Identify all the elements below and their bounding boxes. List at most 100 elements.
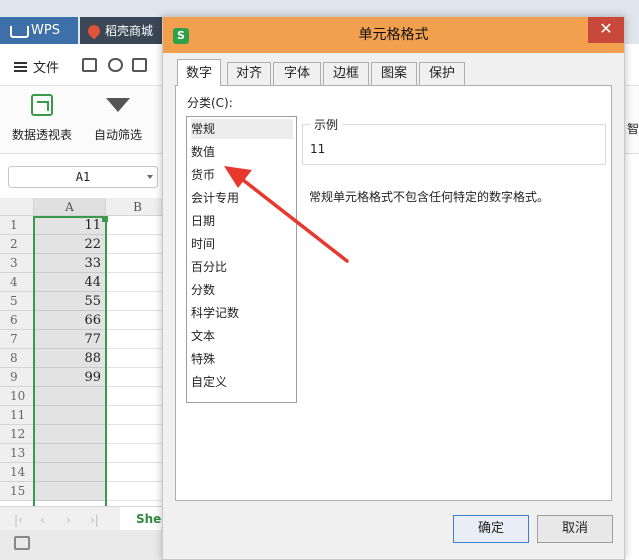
row-header[interactable]: 3 [0,254,34,273]
sample-legend: 示例 [310,116,343,133]
cell-a[interactable]: 22 [34,235,106,254]
row-header[interactable]: 2 [0,235,34,254]
row-header[interactable]: 9 [0,368,34,387]
cell-b[interactable] [106,444,170,463]
cell-a[interactable]: 88 [34,349,106,368]
tab-border[interactable]: 边框 [323,62,369,85]
table-row: 6 66 [0,311,170,330]
cell-a[interactable]: 77 [34,330,106,349]
category-list[interactable]: 常规数值货币会计专用日期时间百分比分数科学记数文本特殊自定义 [186,116,297,403]
fill-handle[interactable] [102,216,108,222]
column-header-a[interactable]: A [34,198,106,216]
cell-a[interactable]: 55 [34,292,106,311]
wps-home-tab[interactable]: WPS [0,17,78,44]
cell-b[interactable] [106,425,170,444]
cell-b[interactable] [106,349,170,368]
cell-a[interactable]: 66 [34,311,106,330]
cell-b[interactable] [106,387,170,406]
cell-a[interactable]: 99 [34,368,106,387]
ribbon-cutoff-label: 智 [627,122,639,136]
next-sheet-icon[interactable]: › [66,513,71,527]
row-header[interactable]: 7 [0,330,34,349]
cell-a[interactable]: 33 [34,254,106,273]
table-row: 3 33 [0,254,170,273]
row-header[interactable]: 15 [0,482,34,501]
file-menu-button[interactable]: 文件 [14,57,59,76]
print-icon[interactable] [132,58,147,72]
tab-alignment[interactable]: 对齐 [227,62,271,85]
row-header[interactable]: 5 [0,292,34,311]
cell-a[interactable] [34,482,106,501]
cell-b[interactable] [106,368,170,387]
tab-font[interactable]: 字体 [273,62,321,85]
file-menu-label: 文件 [33,61,60,76]
tab-protection[interactable]: 保护 [419,62,465,85]
category-item[interactable]: 特殊 [191,349,293,369]
row-header[interactable]: 11 [0,406,34,425]
autofilter-button[interactable]: 自动筛选 [94,94,142,143]
category-item[interactable]: 科学记数 [191,303,293,323]
table-row: 1 11 [0,216,170,235]
cell-b[interactable] [106,273,170,292]
cancel-button[interactable]: 取消 [537,515,613,543]
row-header[interactable]: 14 [0,463,34,482]
cell-b[interactable] [106,463,170,482]
cell-b[interactable] [106,216,170,235]
first-sheet-icon[interactable]: |‹ [14,513,23,527]
row-header[interactable]: 4 [0,273,34,292]
select-all-corner[interactable] [0,198,34,216]
cell-b[interactable] [106,482,170,501]
category-item[interactable]: 常规 [191,119,293,139]
dialog-title-bar[interactable]: 单元格格式 S ✕ [163,17,624,53]
name-box[interactable]: A1 [8,166,158,188]
tab-pattern[interactable]: 图案 [371,62,417,85]
category-item[interactable]: 百分比 [191,257,293,277]
category-item[interactable]: 分数 [191,280,293,300]
cell-a[interactable] [34,463,106,482]
row-header[interactable]: 13 [0,444,34,463]
pivot-table-button[interactable]: 数据透视表 [12,94,72,143]
number-tab-panel: 分类(C): 常规 数值 货币 会计专用 日期 时间 百分比 分数 科学记数 文本 特殊 自定义 示例… [175,85,612,501]
cell-a[interactable] [34,406,106,425]
last-sheet-icon[interactable]: ›| [90,513,99,527]
row-header[interactable]: 12 [0,425,34,444]
sample-group [302,124,606,165]
cell-a[interactable]: 44 [34,273,106,292]
cell-b[interactable] [106,254,170,273]
category-item[interactable]: 时间 [191,234,293,254]
tab-number[interactable]: 数字 [177,59,221,86]
category-item[interactable]: 文本 [191,326,293,346]
column-header-b[interactable]: B [106,198,170,216]
cell-a[interactable] [34,444,106,463]
cell-a[interactable] [34,425,106,444]
category-item[interactable]: 会计专用 [191,188,293,208]
menu-icon [14,61,27,72]
cell-b[interactable] [106,292,170,311]
row-header[interactable]: 10 [0,387,34,406]
cell-a[interactable]: 11 [34,216,106,235]
undo-icon[interactable] [108,58,123,72]
status-bar [0,530,170,560]
category-item[interactable]: 自定义 [191,372,293,392]
pivot-table-icon [31,94,53,116]
format-description: 常规单元格格式不包含任何特定的数字格式。 [309,190,550,204]
cell-b[interactable] [106,406,170,425]
status-icon[interactable] [14,536,30,550]
cell-b[interactable] [106,311,170,330]
row-header[interactable]: 6 [0,311,34,330]
close-button[interactable]: ✕ [588,17,624,43]
cell-b[interactable] [106,235,170,254]
docer-store-tab[interactable]: 稻壳商城 [80,17,168,44]
row-header[interactable]: 1 [0,216,34,235]
save-icon[interactable] [82,58,97,72]
category-item[interactable]: 数值 [191,142,293,162]
filter-icon [106,98,130,112]
category-item[interactable]: 日期 [191,211,293,231]
row-header[interactable]: 8 [0,349,34,368]
cell-a[interactable] [34,387,106,406]
ok-button[interactable]: 确定 [453,515,529,543]
prev-sheet-icon[interactable]: ‹ [40,513,45,527]
category-item[interactable]: 货币 [191,165,293,185]
cell-b[interactable] [106,330,170,349]
name-box-value: A1 [75,170,91,184]
